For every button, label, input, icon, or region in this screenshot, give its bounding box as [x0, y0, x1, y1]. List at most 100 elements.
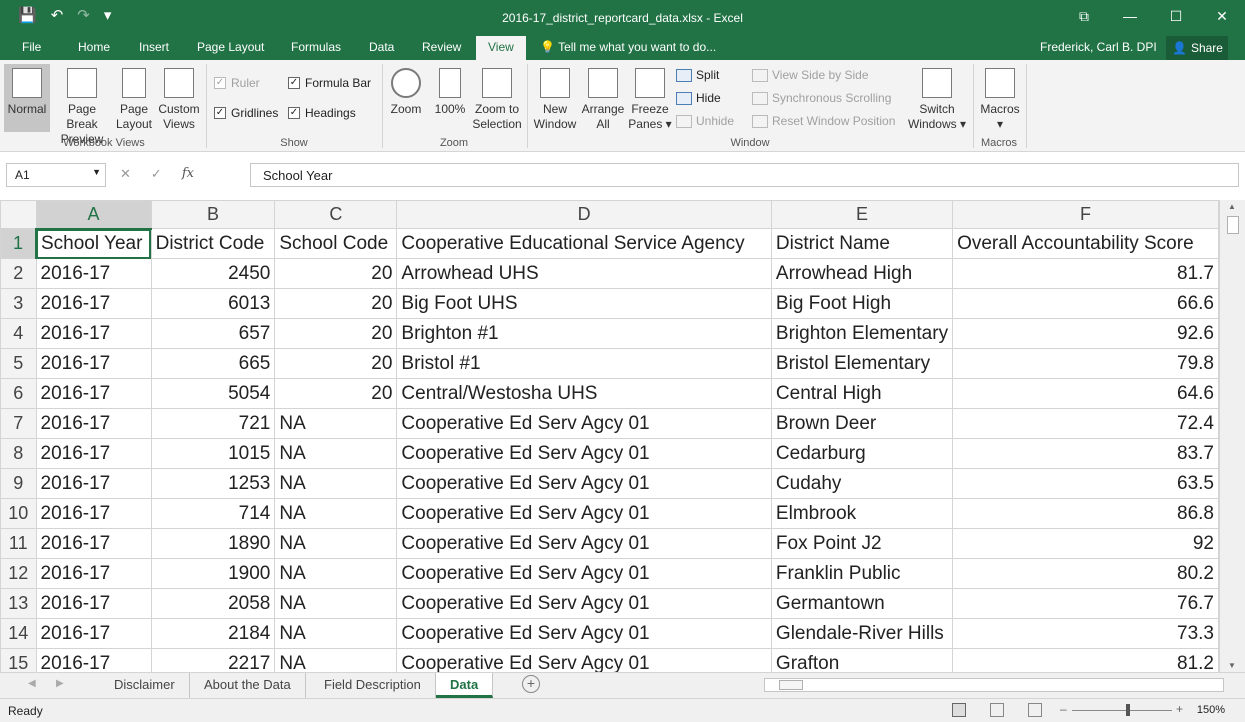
reset-window-position-button[interactable]: Reset Window Position [752, 114, 895, 128]
cell-b6[interactable]: 5054 [150, 378, 276, 409]
column-header-e[interactable]: E [770, 200, 954, 229]
cell-e9[interactable]: Cudahy [770, 468, 954, 499]
prev-sheet-icon[interactable]: ◀ [28, 678, 36, 689]
tab-view[interactable]: View [476, 36, 526, 60]
tab-review[interactable]: Review [422, 40, 461, 54]
cell-f13[interactable]: 76.7 [952, 588, 1219, 619]
cell-c13[interactable]: NA [274, 588, 398, 619]
cell-f15[interactable]: 81.2 [952, 648, 1219, 672]
cell-c5[interactable]: 20 [274, 348, 398, 379]
cell-a15[interactable]: 2016-17 [35, 648, 152, 672]
cell-c12[interactable]: NA [274, 558, 398, 589]
row-header[interactable]: 6 [0, 378, 37, 409]
cell-f14[interactable]: 73.3 [952, 618, 1219, 649]
cell-c6[interactable]: 20 [274, 378, 398, 409]
split-button[interactable]: Split [676, 68, 719, 82]
page-break-icon[interactable] [1028, 703, 1042, 717]
zoom-level[interactable]: 150% [1197, 704, 1225, 716]
cell-a2[interactable]: 2016-17 [35, 258, 152, 289]
page-break-preview-button[interactable]: Page Break Preview [52, 64, 112, 147]
column-header-c[interactable]: C [274, 200, 398, 229]
cell-b7[interactable]: 721 [150, 408, 276, 439]
add-sheet-icon[interactable]: + [522, 675, 540, 693]
cell-b2[interactable]: 2450 [150, 258, 276, 289]
cell-a10[interactable]: 2016-17 [35, 498, 152, 529]
zoom-to-selection-button[interactable]: Zoom to Selection [470, 64, 524, 132]
arrange-all-button[interactable]: Arrange All [580, 64, 626, 132]
zoom-button[interactable]: Zoom [386, 64, 426, 117]
tell-me-search[interactable]: 💡 Tell me what you want to do... [540, 40, 716, 54]
zoom-100-button[interactable]: 100% [430, 64, 470, 117]
zoom-in-icon[interactable]: + [1176, 702, 1183, 716]
cell-f7[interactable]: 72.4 [952, 408, 1219, 439]
cell-a5[interactable]: 2016-17 [35, 348, 152, 379]
cell-c3[interactable]: 20 [274, 288, 398, 319]
headings-checkbox[interactable]: ✓ Headings [288, 106, 356, 120]
row-header[interactable]: 4 [0, 318, 37, 349]
cell-b3[interactable]: 6013 [150, 288, 276, 319]
hide-button[interactable]: Hide [676, 91, 721, 105]
cell-f3[interactable]: 66.6 [952, 288, 1219, 319]
cell-a12[interactable]: 2016-17 [35, 558, 152, 589]
cell-e4[interactable]: Brighton Elementary [770, 318, 954, 349]
column-header-a[interactable]: A [35, 200, 152, 230]
cell-f1[interactable]: Overall Accountability Score [952, 228, 1219, 259]
share-button[interactable]: 👤 Share [1166, 36, 1228, 60]
cell-b1[interactable]: District Code [150, 228, 276, 259]
unhide-button[interactable]: Unhide [676, 114, 734, 128]
cell-b4[interactable]: 657 [150, 318, 276, 349]
row-header[interactable]: 5 [0, 348, 37, 379]
cell-d12[interactable]: Cooperative Ed Serv Agcy 01 [396, 558, 772, 589]
close-button[interactable]: ✕ [1199, 0, 1245, 32]
minimize-button[interactable]: — [1107, 0, 1153, 32]
cell-e7[interactable]: Brown Deer [770, 408, 954, 439]
cell-f11[interactable]: 92 [952, 528, 1219, 559]
cell-d1[interactable]: Cooperative Educational Service Agency [396, 228, 772, 259]
tab-insert[interactable]: Insert [139, 40, 169, 54]
page-layout-icon[interactable] [990, 703, 1004, 717]
cell-b9[interactable]: 1253 [150, 468, 276, 499]
cell-c11[interactable]: NA [274, 528, 398, 559]
sheet-tab-disclaimer[interactable]: Disclaimer [100, 673, 190, 698]
row-header[interactable]: 1 [0, 228, 37, 259]
cell-d11[interactable]: Cooperative Ed Serv Agcy 01 [396, 528, 772, 559]
cell-c2[interactable]: 20 [274, 258, 398, 289]
sheet-tab-about[interactable]: About the Data [190, 673, 306, 698]
column-header-d[interactable]: D [396, 200, 772, 229]
sheet-tab-data[interactable]: Data [436, 673, 494, 698]
cell-e8[interactable]: Cedarburg [770, 438, 954, 469]
cell-c15[interactable]: NA [274, 648, 398, 672]
cell-e3[interactable]: Big Foot High [770, 288, 954, 319]
cell-c7[interactable]: NA [274, 408, 398, 439]
cell-b8[interactable]: 1015 [150, 438, 276, 469]
cell-c8[interactable]: NA [274, 438, 398, 469]
cell-d10[interactable]: Cooperative Ed Serv Agcy 01 [396, 498, 772, 529]
user-account[interactable]: Frederick, Carl B. DPI [1040, 40, 1157, 54]
scroll-up-icon[interactable]: ▲ [1228, 202, 1236, 211]
custom-views-button[interactable]: Custom Views [156, 64, 202, 132]
row-header[interactable]: 2 [0, 258, 37, 289]
formula-input[interactable]: School Year [250, 163, 1239, 187]
cell-a13[interactable]: 2016-17 [35, 588, 152, 619]
cell-e5[interactable]: Bristol Elementary [770, 348, 954, 379]
cell-b5[interactable]: 665 [150, 348, 276, 379]
scroll-down-icon[interactable]: ▼ [1228, 661, 1236, 670]
ruler-checkbox[interactable]: ✓ Ruler [214, 76, 260, 90]
insert-function-icon[interactable]: fx [182, 166, 194, 182]
cell-f8[interactable]: 83.7 [952, 438, 1219, 469]
row-header[interactable]: 15 [0, 648, 37, 672]
column-header-b[interactable]: B [150, 200, 276, 229]
cell-c9[interactable]: NA [274, 468, 398, 499]
cell-d13[interactable]: Cooperative Ed Serv Agcy 01 [396, 588, 772, 619]
cell-e10[interactable]: Elmbrook [770, 498, 954, 529]
tab-file[interactable]: File [22, 40, 41, 54]
cell-a9[interactable]: 2016-17 [35, 468, 152, 499]
row-header[interactable]: 7 [0, 408, 37, 439]
macros-button[interactable]: Macros ▾ [978, 64, 1022, 132]
ribbon-display-options-icon[interactable]: ⧉ [1061, 0, 1107, 32]
horizontal-scroll-thumb[interactable] [779, 680, 803, 690]
row-header[interactable]: 11 [0, 528, 37, 559]
gridlines-checkbox[interactable]: ✓ Gridlines [214, 106, 278, 120]
cell-d4[interactable]: Brighton #1 [396, 318, 772, 349]
cell-a4[interactable]: 2016-17 [35, 318, 152, 349]
